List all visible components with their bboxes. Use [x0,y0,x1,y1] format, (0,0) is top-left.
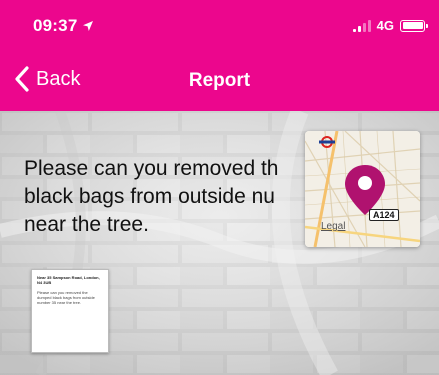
status-indicators: 4G [352,18,428,33]
signal-bar [357,25,361,32]
battery-fill [402,22,423,29]
location-arrow-icon [83,21,94,31]
signal-bar [367,19,371,32]
road-label: A124 [369,209,399,221]
status-time-label: 09:37 [33,16,78,35]
report-description: Please can you removed th black bags fro… [24,157,279,236]
signal-bar [362,22,366,32]
thumbnail-title: Near 35 Sampson Road, London, N4 3UB [37,275,100,285]
network-type: 4G [376,18,394,33]
map-legal-link[interactable]: Legal [321,221,345,232]
thumbnail-body: Please can you removed the dumped black … [37,290,95,305]
page-title: Report [188,70,251,91]
report-photo: Please can you removed th black bags fro… [0,111,439,375]
report-thumbnail[interactable]: Near 35 Sampson Road, London, N4 3UB Ple… [31,269,109,353]
location-map[interactable]: A124 Legal [305,131,420,247]
report-screen: 09:37 4G Back Report Please can you remo… [0,0,439,375]
signal-bar [352,28,356,32]
battery-icon [400,19,428,32]
status-time: 09:37 [33,16,94,36]
header: 09:37 4G Back Report [0,0,439,111]
signal-icon [352,19,371,32]
